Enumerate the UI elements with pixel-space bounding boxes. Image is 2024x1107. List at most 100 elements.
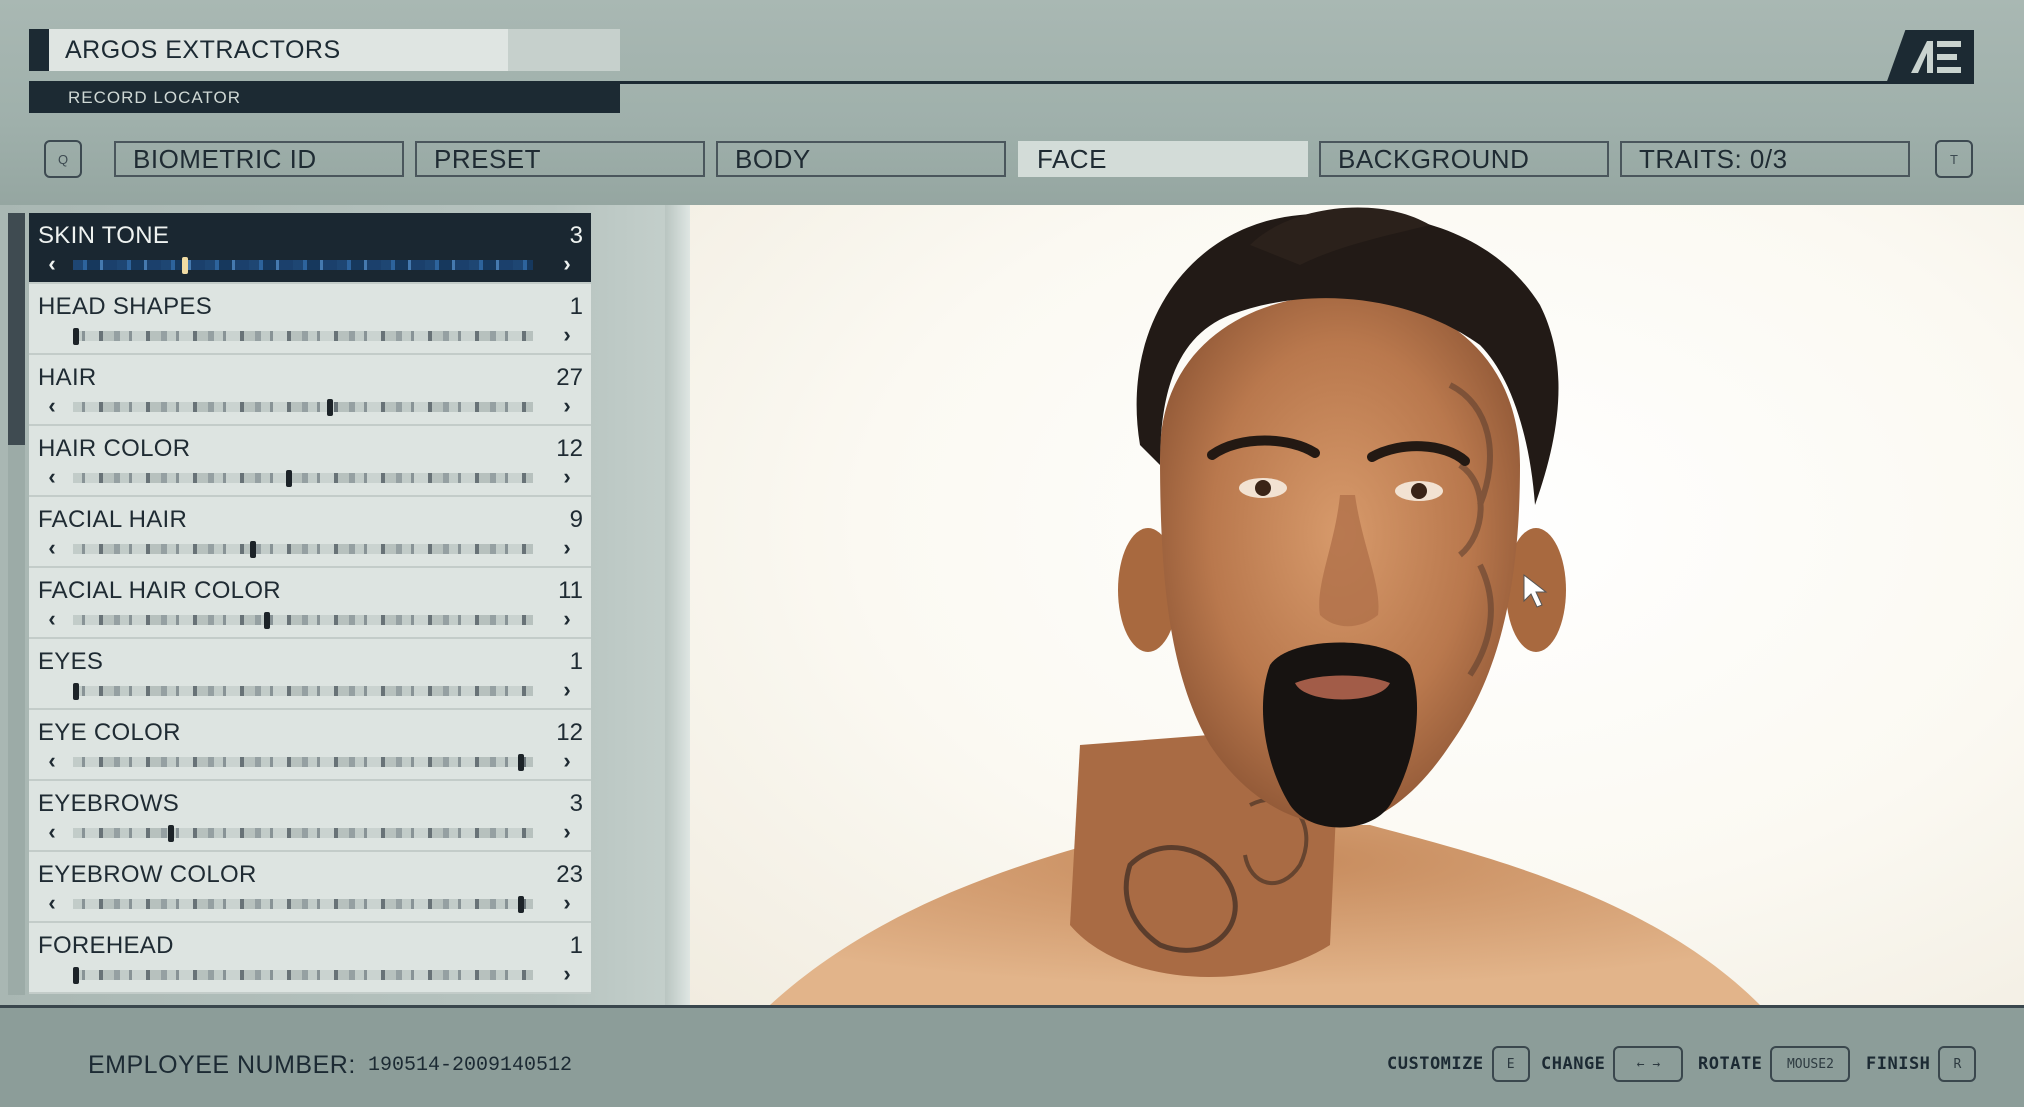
change-label: CHANGE	[1541, 1054, 1606, 1074]
scrollbar-thumb[interactable]	[8, 213, 25, 445]
option-slider-track[interactable]	[73, 757, 533, 767]
option-label: HAIR COLOR	[38, 435, 191, 462]
chevron-left-icon[interactable]: ‹	[42, 465, 62, 489]
option-row-eyes[interactable]: EYES1‹›	[29, 639, 591, 710]
tab-biometric-id[interactable]: BIOMETRIC ID	[114, 141, 404, 177]
option-label: FACIAL HAIR	[38, 506, 188, 533]
rotate-key[interactable]: MOUSE2	[1770, 1046, 1851, 1082]
chevron-right-icon[interactable]: ›	[557, 394, 577, 418]
chevron-left-icon[interactable]: ‹	[42, 607, 62, 631]
tab-background[interactable]: BACKGROUND	[1319, 141, 1609, 177]
chevron-left-icon[interactable]: ‹	[42, 536, 62, 560]
company-bar: ARGOS EXTRACTORS	[29, 29, 620, 71]
option-label: FACIAL HAIR COLOR	[38, 577, 281, 604]
option-value: 23	[556, 861, 583, 888]
tab-preset[interactable]: PRESET	[415, 141, 705, 177]
chevron-left-icon[interactable]: ‹	[42, 820, 62, 844]
change-hint[interactable]: CHANGE ← →	[1541, 1046, 1684, 1082]
ae-logo-icon	[1886, 30, 1974, 84]
option-value: 11	[558, 577, 583, 604]
chevron-right-icon[interactable]: ›	[557, 323, 577, 347]
chevron-right-icon[interactable]: ›	[557, 465, 577, 489]
option-label: FOREHEAD	[38, 932, 174, 959]
option-label: HAIR	[38, 364, 97, 391]
chevron-right-icon[interactable]: ›	[557, 962, 577, 986]
chevron-right-icon[interactable]: ›	[557, 820, 577, 844]
option-slider-thumb[interactable]	[182, 257, 188, 274]
option-slider-thumb[interactable]	[250, 541, 256, 558]
rotate-hint[interactable]: ROTATE MOUSE2	[1698, 1046, 1851, 1082]
option-value: 12	[556, 719, 583, 746]
customize-key[interactable]: E	[1491, 1046, 1530, 1082]
face-option-list: SKIN TONE3‹›HEAD SHAPES1‹›HAIR27‹›HAIR C…	[29, 213, 591, 994]
prev-tab-key[interactable]: Q	[44, 140, 82, 178]
footer: EMPLOYEE NUMBER: 190514-2009140512 CUSTO…	[0, 1005, 2024, 1107]
change-key[interactable]: ← →	[1613, 1046, 1684, 1082]
chevron-right-icon[interactable]: ›	[557, 536, 577, 560]
finish-key[interactable]: R	[1938, 1046, 1977, 1082]
tab-face[interactable]: FACE	[1018, 141, 1308, 177]
tab-traits[interactable]: TRAITS: 0/3	[1620, 141, 1910, 177]
chevron-left-icon[interactable]: ‹	[42, 749, 62, 773]
option-row-eye-color[interactable]: EYE COLOR 12 ‹ ›	[29, 710, 591, 781]
chevron-right-icon[interactable]: ›	[557, 252, 577, 276]
option-row-head-shapes[interactable]: HEAD SHAPES1‹›	[29, 284, 591, 355]
panel-separator	[665, 205, 690, 1005]
company-name: ARGOS EXTRACTORS	[65, 35, 341, 64]
option-row-hair-color[interactable]: HAIR COLOR 12 ‹ ›	[29, 426, 591, 497]
option-label: EYEBROW COLOR	[38, 861, 257, 888]
chevron-left-icon[interactable]: ‹	[42, 394, 62, 418]
company-accent	[29, 29, 49, 71]
character-preview[interactable]	[690, 205, 2024, 1005]
option-slider-thumb[interactable]	[264, 612, 270, 629]
chevron-left-icon[interactable]: ‹	[42, 891, 62, 915]
option-label: EYEBROWS	[38, 790, 180, 817]
option-value: 1	[569, 293, 583, 320]
chevron-right-icon[interactable]: ›	[557, 678, 577, 702]
character-portrait	[770, 207, 1760, 1005]
option-slider-track[interactable]	[73, 544, 533, 554]
next-tab-key[interactable]: T	[1935, 140, 1973, 178]
option-row-skin-tone[interactable]: SKIN TONE 3 ‹ ›	[29, 213, 591, 284]
option-row-eyebrows[interactable]: EYEBROWS 3 ‹ ›	[29, 781, 591, 852]
option-slider-thumb[interactable]	[73, 683, 79, 700]
customize-hint[interactable]: CUSTOMIZE E	[1387, 1046, 1530, 1082]
option-slider-track[interactable]	[73, 402, 533, 412]
option-slider-thumb[interactable]	[73, 328, 79, 345]
employee-number-value: 190514-2009140512	[368, 1054, 573, 1077]
option-slider-track[interactable]	[73, 473, 533, 483]
customize-label: CUSTOMIZE	[1387, 1054, 1484, 1074]
option-slider-thumb[interactable]	[73, 967, 79, 984]
option-slider-track[interactable]	[73, 686, 533, 696]
option-slider-track[interactable]	[73, 970, 533, 980]
company-bar-tail	[508, 29, 620, 71]
option-slider-thumb[interactable]	[327, 399, 333, 416]
option-slider-thumb[interactable]	[518, 896, 524, 913]
option-row-eyebrow-color[interactable]: EYEBROW COLOR 23 ‹ ›	[29, 852, 591, 923]
employee-number-label: EMPLOYEE NUMBER:	[88, 1051, 356, 1079]
option-value: 27	[556, 364, 583, 391]
option-slider-track[interactable]	[73, 615, 533, 625]
option-slider-thumb[interactable]	[518, 754, 524, 771]
chevron-right-icon[interactable]: ›	[557, 749, 577, 773]
option-row-facial-hair-color[interactable]: FACIAL HAIR COLOR 11 ‹ ›	[29, 568, 591, 639]
finish-hint[interactable]: FINISH R	[1866, 1046, 1977, 1082]
option-slider-track[interactable]	[73, 899, 533, 909]
option-row-hair[interactable]: HAIR 27 ‹ ›	[29, 355, 591, 426]
chevron-left-icon[interactable]: ‹	[42, 252, 62, 276]
chevron-right-icon[interactable]: ›	[557, 891, 577, 915]
rotate-label: ROTATE	[1698, 1054, 1763, 1074]
finish-label: FINISH	[1866, 1054, 1931, 1074]
record-locator: RECORD LOCATOR	[29, 82, 620, 113]
option-label: HEAD SHAPES	[38, 293, 213, 320]
option-slider-thumb[interactable]	[168, 825, 174, 842]
option-value: 1	[569, 648, 583, 675]
tab-body[interactable]: BODY	[716, 141, 1006, 177]
option-slider-track[interactable]	[73, 260, 533, 270]
option-row-forehead[interactable]: FOREHEAD1‹›	[29, 923, 591, 994]
chevron-right-icon[interactable]: ›	[557, 607, 577, 631]
option-row-facial-hair[interactable]: FACIAL HAIR 9 ‹ ›	[29, 497, 591, 568]
option-slider-track[interactable]	[73, 828, 533, 838]
option-slider-track[interactable]	[73, 331, 533, 341]
option-slider-thumb[interactable]	[286, 470, 292, 487]
